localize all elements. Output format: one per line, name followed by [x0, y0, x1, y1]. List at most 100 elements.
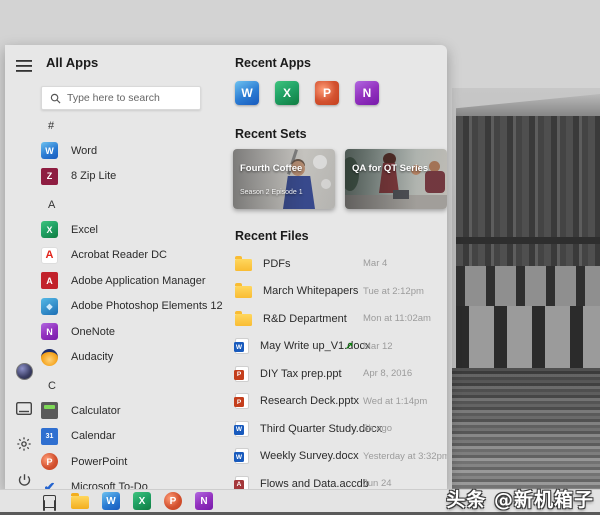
app-item-photoshop-elements[interactable]: Adobe Photoshop Elements 12: [41, 294, 221, 320]
adobe-application-manager-icon: [41, 272, 58, 289]
app-item-audacity[interactable]: Audacity: [41, 345, 221, 371]
app-item-acrobat-reader[interactable]: Acrobat Reader DC: [41, 243, 221, 269]
section-letter[interactable]: A: [48, 199, 221, 213]
card-title: Fourth Coffee: [240, 163, 302, 174]
powerpoint-doc-icon: [235, 366, 249, 382]
search-box[interactable]: [41, 86, 201, 110]
recent-column: Recent Apps Recent Sets Fourth Coffee Se…: [227, 45, 447, 489]
excel-icon[interactable]: [275, 81, 299, 105]
all-apps-column: All Apps # Word 8 Zip Lite A Excel A: [41, 45, 221, 489]
file-row-weekly-survey[interactable]: Weekly Survey.docx Yesterday at 3:32pm: [227, 443, 447, 471]
recent-sets-row: Fourth Coffee Season 2 Episode 1 QA for …: [233, 149, 447, 209]
word-icon[interactable]: [102, 492, 121, 511]
calculator-icon: [41, 402, 58, 419]
section-letter[interactable]: C: [48, 380, 221, 394]
file-date: Mar 12: [363, 341, 393, 352]
word-doc-icon: [235, 421, 249, 437]
file-row-third-quarter-study[interactable]: Third Quarter Study.docx 6h ago: [227, 415, 447, 443]
menu-icon[interactable]: [13, 55, 35, 77]
recent-files-list: PDFs Mar 4 March Whitepapers Tue at 2:12…: [227, 250, 447, 489]
access-doc-icon: [235, 476, 249, 489]
folder-icon: [235, 259, 252, 271]
settings-icon[interactable]: [13, 433, 35, 455]
start-menu-panel: All Apps # Word 8 Zip Lite A Excel A: [5, 45, 447, 489]
recent-apps-row: [235, 81, 447, 105]
onenote-icon: [41, 323, 58, 340]
file-date: Apr 8, 2016: [363, 368, 412, 379]
file-date: Tue at 2:12pm: [363, 286, 424, 297]
watermark-text: 头条 @新机箱子: [446, 485, 594, 512]
acrobat-icon: [41, 247, 58, 264]
start-menu-rail: [5, 45, 41, 489]
word-icon: [41, 142, 58, 159]
task-view-icon[interactable]: [40, 492, 59, 511]
file-date: Wed at 1:14pm: [363, 396, 427, 407]
file-row-diy-tax-prep[interactable]: DIY Tax prep.ppt Apr 8, 2016: [227, 360, 447, 388]
search-input[interactable]: [67, 92, 187, 104]
search-icon: [50, 93, 61, 104]
file-row-research-deck[interactable]: Research Deck.pptx Wed at 1:14pm: [227, 388, 447, 416]
set-card-fourth-coffee[interactable]: Fourth Coffee Season 2 Episode 1: [233, 149, 335, 209]
file-row-rd-department[interactable]: R&D Department Mon at 11:02am: [227, 305, 447, 333]
photo-building: [456, 116, 600, 266]
word-icon[interactable]: [235, 81, 259, 105]
card-subtitle: Season 2 Episode 1: [240, 189, 303, 196]
file-date: 6h ago: [363, 423, 392, 434]
photo-beams: [456, 266, 600, 306]
onenote-icon[interactable]: [195, 492, 214, 511]
file-row-pdfs[interactable]: PDFs Mar 4: [227, 250, 447, 278]
app-item-calendar[interactable]: Calendar: [41, 424, 221, 450]
all-apps-title: All Apps: [46, 55, 221, 70]
windows-icon[interactable]: [10, 492, 28, 510]
excel-icon: [41, 221, 58, 238]
folder-icon: [235, 314, 252, 326]
avatar: [16, 363, 33, 380]
powerpoint-icon[interactable]: [315, 81, 339, 105]
shared-arrow-icon: ↗: [345, 341, 353, 352]
file-date: Mon at 11:02am: [363, 313, 431, 324]
zip-icon: [41, 168, 58, 185]
app-item-powerpoint[interactable]: PowerPoint: [41, 449, 221, 475]
photo-water: [452, 368, 600, 489]
recent-files-title: Recent Files: [235, 229, 447, 243]
photo-stilts: [456, 306, 600, 368]
powerpoint-icon: [41, 453, 58, 470]
file-date: Mar 4: [363, 258, 387, 269]
powerpoint-icon[interactable]: [164, 492, 183, 511]
card-title: QA for QT Series: [352, 163, 428, 174]
audacity-icon: [41, 349, 58, 366]
desktop-wallpaper-photo: [452, 88, 600, 489]
card-overlay: [233, 149, 335, 209]
set-card-qa-for-qt-series[interactable]: QA for QT Series: [345, 149, 447, 209]
file-row-may-write-up[interactable]: May Write up_V1.docx ↗ Mar 12: [227, 333, 447, 361]
recent-apps-title: Recent Apps: [235, 56, 447, 70]
file-date: Yesterday at 3:32pm: [363, 451, 447, 462]
app-item-word[interactable]: Word: [41, 138, 221, 164]
todo-icon: [41, 479, 58, 489]
file-row-flows-and-data[interactable]: Flows and Data.accdb Jun 24: [227, 470, 447, 489]
word-doc-icon: [235, 338, 249, 354]
documents-icon[interactable]: [13, 397, 35, 419]
file-date: Jun 24: [363, 478, 392, 489]
excel-icon[interactable]: [133, 492, 152, 511]
word-doc-icon: [235, 448, 249, 464]
powerpoint-doc-icon: [235, 393, 249, 409]
app-item-microsoft-to-do[interactable]: Microsoft To-Do: [41, 475, 221, 490]
folder-icon: [235, 286, 252, 298]
desktop: All Apps # Word 8 Zip Lite A Excel A: [0, 0, 600, 515]
app-item-onenote[interactable]: OneNote: [41, 319, 221, 345]
file-row-march-whitepapers[interactable]: March Whitepapers Tue at 2:12pm: [227, 278, 447, 306]
app-item-adobe-application-manager[interactable]: Adobe Application Manager: [41, 268, 221, 294]
user-avatar[interactable]: [13, 360, 35, 382]
app-item-excel[interactable]: Excel: [41, 217, 221, 243]
app-item-8-zip-lite[interactable]: 8 Zip Lite: [41, 164, 221, 190]
file-explorer-icon[interactable]: [71, 492, 90, 511]
recent-sets-title: Recent Sets: [235, 127, 447, 141]
photoshop-elements-icon: [41, 298, 58, 315]
card-overlay: [345, 149, 447, 209]
onenote-icon[interactable]: [355, 81, 379, 105]
app-item-calculator[interactable]: Calculator: [41, 398, 221, 424]
power-icon[interactable]: [13, 469, 35, 489]
calendar-icon: [41, 428, 58, 445]
section-letter[interactable]: #: [48, 120, 221, 134]
